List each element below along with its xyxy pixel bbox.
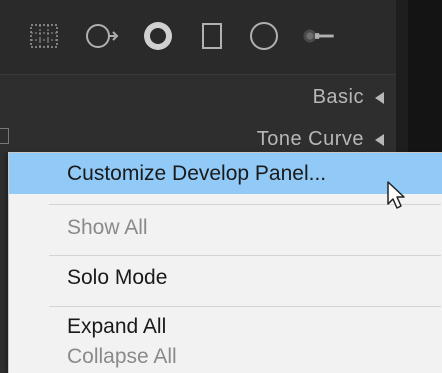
graduated-filter-icon[interactable] — [194, 18, 230, 54]
menu-item-label: Expand All — [67, 315, 167, 338]
menu-separator — [49, 204, 441, 205]
mouse-cursor-icon — [387, 181, 405, 209]
context-menu: Customize Develop Panel... Show All Solo… — [8, 152, 442, 373]
menu-item-label: Collapse All — [67, 345, 177, 368]
menu-item-expand-all[interactable]: Expand All — [9, 309, 442, 345]
menu-item-label: Solo Mode — [67, 266, 168, 289]
menu-item-collapse-all[interactable]: Collapse All — [9, 341, 442, 373]
collapse-triangle-icon[interactable] — [375, 92, 384, 104]
menu-separator — [49, 306, 441, 307]
menu-item-label: Customize Develop Panel... — [67, 162, 327, 185]
red-eye-icon[interactable] — [140, 18, 176, 54]
collapse-triangle-icon[interactable] — [375, 134, 384, 146]
basic-panel-label: Basic — [312, 86, 364, 108]
radial-filter-icon[interactable] — [246, 18, 282, 54]
menu-item-solo-mode[interactable]: Solo Mode — [9, 259, 442, 297]
menu-item-label: Show All — [67, 216, 148, 239]
develop-toolstrip — [0, 0, 442, 74]
menu-item-customize-develop-panel[interactable]: Customize Develop Panel... — [9, 153, 442, 194]
panel-divider — [0, 74, 442, 75]
crop-overlay-icon[interactable] — [26, 18, 62, 54]
menu-item-show-all[interactable]: Show All — [9, 209, 442, 247]
tone-curve-panel-label: Tone Curve — [256, 128, 364, 150]
adjustment-brush-icon[interactable] — [302, 18, 338, 54]
spot-removal-icon[interactable] — [84, 18, 120, 54]
basic-panel-header[interactable]: Basic — [0, 78, 396, 118]
menu-separator — [49, 255, 441, 256]
